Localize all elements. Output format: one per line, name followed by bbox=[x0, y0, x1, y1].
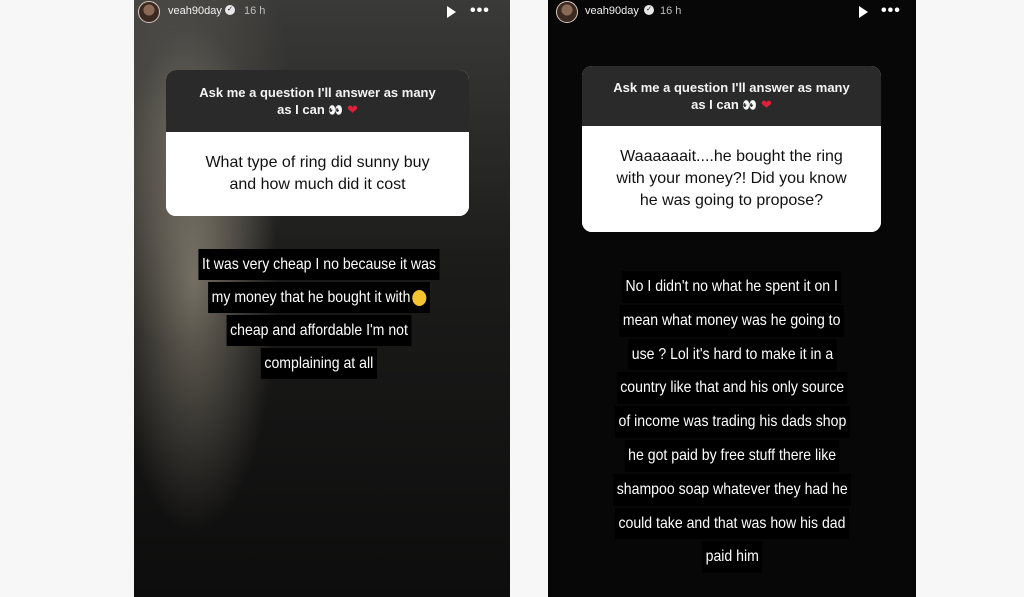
more-options-icon[interactable]: ••• bbox=[881, 2, 901, 20]
answer-line: mean what money was he going to bbox=[619, 304, 845, 337]
answer-line: he got paid by free stuff there like bbox=[624, 439, 840, 472]
verified-badge-icon: ✓ bbox=[225, 5, 235, 15]
question-sticker: Ask me a question I'll answer as many as… bbox=[166, 70, 469, 216]
story-header: veah90day ✓ 16 h ••• bbox=[134, 0, 510, 26]
question-line: with your money?! Did you know bbox=[616, 170, 847, 187]
username[interactable]: veah90day bbox=[168, 5, 222, 17]
answer-line: could take and that was how his dad bbox=[614, 507, 850, 540]
play-icon[interactable] bbox=[859, 6, 868, 18]
avatar[interactable] bbox=[138, 1, 160, 23]
heart-emoji-icon: ❤ bbox=[346, 101, 358, 117]
answer-line: shampoo soap whatever they had he bbox=[613, 473, 851, 506]
question-prompt: Ask me a question I'll answer as many as… bbox=[582, 66, 881, 126]
timestamp: 16 h bbox=[660, 5, 682, 17]
play-icon[interactable] bbox=[447, 6, 456, 18]
answer-line: use ? Lol it's hard to make it in a bbox=[627, 338, 837, 371]
question-line: What type of ring did sunny buy bbox=[205, 154, 430, 171]
story-left[interactable]: veah90day ✓ 16 h ••• Ask me a question I… bbox=[134, 0, 510, 597]
answer-line: of income was trading his dads shop bbox=[614, 406, 850, 438]
question-line: and how much did it cost bbox=[229, 176, 406, 193]
question-line: Waaaaaait....he bought the ring bbox=[620, 148, 843, 165]
answer-line: cheap and affordable I'm not bbox=[226, 315, 412, 346]
eyes-emoji-icon: 👀 bbox=[328, 102, 344, 117]
question-text: Waaaaaait....he bought the ring with you… bbox=[582, 126, 881, 232]
answer-line: paid him bbox=[701, 541, 763, 574]
rolling-laughing-emoji-icon bbox=[412, 289, 427, 306]
story-header: veah90day ✓ 16 h ••• bbox=[548, 0, 916, 26]
question-text: What type of ring did sunny buy and how … bbox=[166, 132, 469, 216]
answer-line: country like that and his only source bbox=[616, 372, 848, 405]
answer-text: No I didn't no what he spent it on I mea… bbox=[562, 270, 902, 574]
question-prompt: Ask me a question I'll answer as many as… bbox=[166, 70, 469, 132]
avatar[interactable] bbox=[556, 1, 578, 23]
prompt-line: Ask me a question I'll answer as many bbox=[199, 84, 436, 100]
username[interactable]: veah90day bbox=[585, 5, 639, 17]
answer-text: It was very cheap I no because it was my… bbox=[154, 248, 484, 380]
answer-line: my money that he bought it with bbox=[208, 282, 430, 313]
eyes-emoji-icon: 👀 bbox=[742, 97, 758, 112]
prompt-line: as I can 👀 ❤ bbox=[277, 101, 358, 117]
timestamp: 16 h bbox=[244, 5, 266, 17]
prompt-line: as I can 👀 ❤ bbox=[691, 96, 772, 112]
more-options-icon[interactable]: ••• bbox=[470, 2, 490, 20]
verified-badge-icon: ✓ bbox=[644, 5, 654, 15]
heart-emoji-icon: ❤ bbox=[760, 96, 772, 112]
answer-line: No I didn't no what he spent it on I bbox=[622, 271, 842, 303]
answer-line: It was very cheap I no because it was bbox=[198, 249, 440, 280]
prompt-line: Ask me a question I'll answer as many bbox=[613, 79, 850, 95]
story-right[interactable]: veah90day ✓ 16 h ••• Ask me a question I… bbox=[548, 0, 916, 597]
question-sticker: Ask me a question I'll answer as many as… bbox=[582, 66, 881, 232]
question-line: he was going to propose? bbox=[639, 192, 824, 209]
answer-line: complaining at all bbox=[261, 348, 377, 379]
